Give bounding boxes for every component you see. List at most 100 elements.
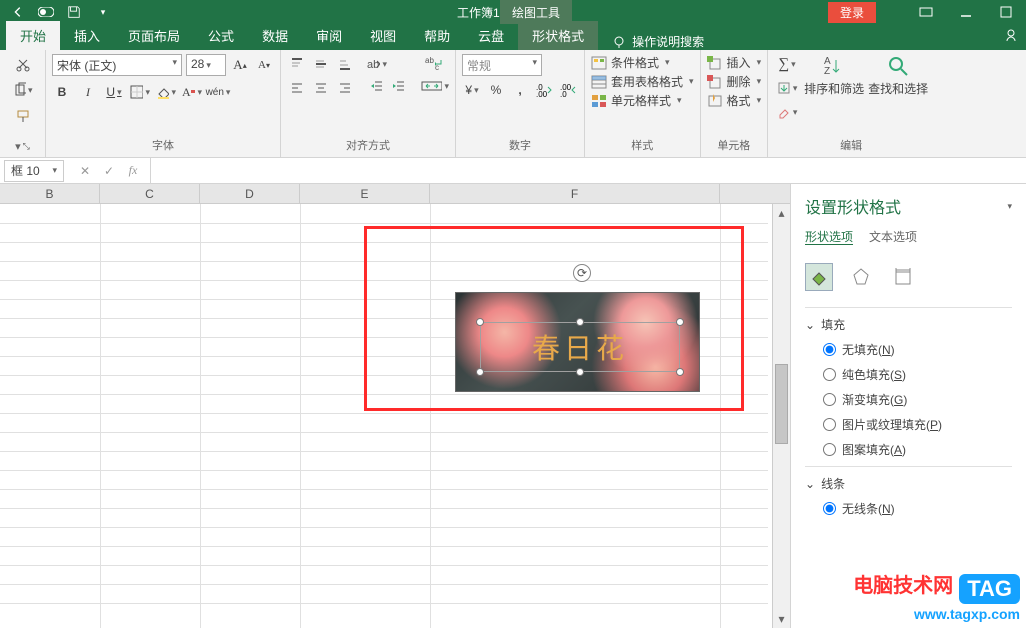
qat-dropdown-icon[interactable]: ▾ bbox=[90, 2, 114, 22]
fill-section-toggle[interactable]: ⌄填充 bbox=[805, 316, 1012, 333]
fill-line-tab-icon[interactable] bbox=[805, 263, 833, 291]
resize-handle[interactable] bbox=[476, 318, 484, 326]
tab-cloud[interactable]: 云盘 bbox=[464, 21, 518, 50]
align-bottom-icon[interactable] bbox=[335, 54, 355, 74]
resize-handle[interactable] bbox=[676, 368, 684, 376]
line-none-radio[interactable]: 无线条(N) bbox=[823, 500, 1012, 517]
tab-view[interactable]: 视图 bbox=[356, 21, 410, 50]
tab-help[interactable]: 帮助 bbox=[410, 21, 464, 50]
increase-decimal-icon[interactable]: .0.00 bbox=[534, 80, 554, 100]
copy-icon[interactable]: ▾ bbox=[13, 80, 33, 100]
align-middle-icon[interactable] bbox=[311, 54, 331, 74]
insert-cells-button[interactable]: 插入▾ bbox=[707, 54, 762, 71]
cancel-formula-icon[interactable]: ✕ bbox=[74, 160, 96, 182]
col-header-D[interactable]: D bbox=[200, 184, 300, 204]
size-tab-icon[interactable] bbox=[889, 263, 917, 291]
share-button[interactable] bbox=[1004, 28, 1018, 42]
text-box-shape[interactable]: 春日花 bbox=[480, 322, 680, 372]
autosave-toggle[interactable] bbox=[34, 2, 58, 22]
autosum-icon[interactable]: ∑▾ bbox=[774, 54, 800, 74]
decrease-font-icon[interactable]: A▾ bbox=[254, 55, 274, 75]
conditional-format-button[interactable]: 条件格式▾ bbox=[591, 54, 694, 71]
back-icon[interactable] bbox=[6, 2, 30, 22]
tell-me-search[interactable]: 操作说明搜索 bbox=[598, 33, 718, 50]
tab-shape-format[interactable]: 形状格式 bbox=[518, 21, 598, 50]
tab-home[interactable]: 开始 bbox=[6, 21, 60, 50]
font-name-combo[interactable]: 宋体 (正文)▾ bbox=[52, 54, 182, 76]
tab-insert[interactable]: 插入 bbox=[60, 21, 114, 50]
font-color-icon[interactable]: A▾ bbox=[182, 82, 202, 102]
font-size-combo[interactable]: 28▾ bbox=[186, 54, 226, 76]
login-button[interactable]: 登录 bbox=[828, 2, 876, 23]
cut-icon[interactable] bbox=[13, 54, 33, 74]
resize-handle[interactable] bbox=[576, 318, 584, 326]
decrease-indent-icon[interactable] bbox=[367, 76, 387, 96]
resize-handle[interactable] bbox=[476, 368, 484, 376]
format-painter-icon[interactable] bbox=[13, 106, 33, 126]
sort-filter-button[interactable]: AZ 排序和筛选 bbox=[804, 54, 864, 97]
vertical-scrollbar[interactable]: ▴ ▾ bbox=[772, 204, 790, 628]
border-icon[interactable]: ▾ bbox=[130, 82, 150, 102]
worksheet[interactable]: B C D E F /* row lines drawn below via J… bbox=[0, 184, 790, 628]
col-header-C[interactable]: C bbox=[100, 184, 200, 204]
align-right-icon[interactable] bbox=[335, 78, 355, 98]
rotate-handle-icon[interactable]: ⟳ bbox=[573, 264, 591, 282]
currency-icon[interactable]: ¥▾ bbox=[462, 80, 482, 100]
merge-center-icon[interactable]: ▾ bbox=[421, 76, 449, 96]
col-header-E[interactable]: E bbox=[300, 184, 430, 204]
pane-menu-icon[interactable]: ▾ bbox=[1007, 201, 1012, 212]
enter-formula-icon[interactable]: ✓ bbox=[98, 160, 120, 182]
fill-gradient-radio[interactable]: 渐变填充(G) bbox=[823, 391, 1012, 408]
find-select-button[interactable]: 查找和选择 bbox=[868, 54, 928, 97]
underline-icon[interactable]: U▾ bbox=[104, 82, 124, 102]
align-center-icon[interactable] bbox=[311, 78, 331, 98]
align-top-icon[interactable] bbox=[287, 54, 307, 74]
pane-tab-text-options[interactable]: 文本选项 bbox=[869, 228, 917, 245]
fx-icon[interactable]: fx bbox=[122, 160, 144, 182]
name-box[interactable]: 框 10▾ bbox=[4, 160, 64, 182]
increase-indent-icon[interactable] bbox=[389, 76, 409, 96]
effects-tab-icon[interactable] bbox=[847, 263, 875, 291]
col-header-F[interactable]: F bbox=[430, 184, 720, 204]
italic-icon[interactable]: I bbox=[78, 82, 98, 102]
tab-page-layout[interactable]: 页面布局 bbox=[114, 21, 194, 50]
scroll-down-icon[interactable]: ▾ bbox=[773, 610, 790, 628]
maximize-icon[interactable] bbox=[986, 0, 1026, 24]
decrease-decimal-icon[interactable]: .00.0 bbox=[558, 80, 578, 100]
fill-picture-radio[interactable]: 图片或纹理填充(P) bbox=[823, 416, 1012, 433]
wrap-text-icon[interactable]: abc bbox=[421, 54, 449, 74]
grid[interactable]: /* row lines drawn below via JS-less rep… bbox=[0, 204, 790, 628]
tab-data[interactable]: 数据 bbox=[248, 21, 302, 50]
bold-icon[interactable]: B bbox=[52, 82, 72, 102]
fill-icon[interactable]: ▾ bbox=[774, 78, 800, 98]
clear-icon[interactable]: ▾ bbox=[774, 102, 800, 122]
scroll-thumb[interactable] bbox=[775, 364, 788, 444]
phonetic-icon[interactable]: wén▾ bbox=[208, 82, 228, 102]
resize-handle[interactable] bbox=[676, 318, 684, 326]
format-cells-button[interactable]: 格式▾ bbox=[707, 92, 762, 109]
fill-pattern-radio[interactable]: 图案填充(A) bbox=[823, 441, 1012, 458]
increase-font-icon[interactable]: A▴ bbox=[230, 55, 250, 75]
align-left-icon[interactable] bbox=[287, 78, 307, 98]
formula-input[interactable] bbox=[151, 160, 1026, 182]
minimize-icon[interactable] bbox=[946, 0, 986, 24]
tab-review[interactable]: 审阅 bbox=[302, 21, 356, 50]
fill-none-radio[interactable]: 无填充(N) bbox=[823, 341, 1012, 358]
tab-formula[interactable]: 公式 bbox=[194, 21, 248, 50]
delete-cells-button[interactable]: 删除▾ bbox=[707, 73, 762, 90]
comma-icon[interactable]: , bbox=[510, 80, 530, 100]
fill-color-icon[interactable]: ▾ bbox=[156, 82, 176, 102]
resize-handle[interactable] bbox=[576, 368, 584, 376]
percent-icon[interactable]: % bbox=[486, 80, 506, 100]
cell-style-button[interactable]: 单元格样式▾ bbox=[591, 92, 694, 109]
ribbon-display-icon[interactable] bbox=[906, 0, 946, 24]
table-format-button[interactable]: 套用表格格式▾ bbox=[591, 73, 694, 90]
line-section-toggle[interactable]: ⌄线条 bbox=[805, 475, 1012, 492]
orientation-icon[interactable]: ab▾ bbox=[367, 54, 387, 74]
save-icon[interactable] bbox=[62, 2, 86, 22]
number-format-combo[interactable]: 常规▾ bbox=[462, 54, 542, 76]
fill-solid-radio[interactable]: 纯色填充(S) bbox=[823, 366, 1012, 383]
pane-tab-shape-options[interactable]: 形状选项 bbox=[805, 228, 853, 245]
scroll-up-icon[interactable]: ▴ bbox=[773, 204, 790, 222]
col-header-B[interactable]: B bbox=[0, 184, 100, 204]
